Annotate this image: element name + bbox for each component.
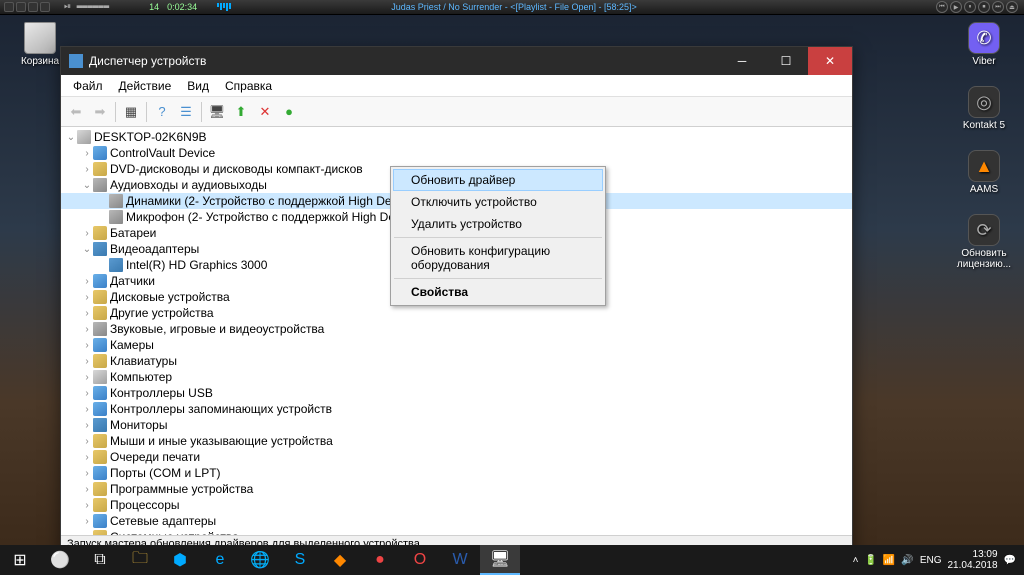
toolbar: ⬅ ➡ ▦ ? ☰ 🖥 ⬆ ✕ ● <box>61 97 852 127</box>
word-icon[interactable]: W <box>440 545 480 575</box>
chrome-icon[interactable]: 🌐 <box>240 545 280 575</box>
explorer-icon[interactable]: 🗀 <box>120 545 160 575</box>
menu-help[interactable]: Справка <box>217 77 280 95</box>
update-driver-button[interactable]: ⬆ <box>230 101 252 123</box>
taskbar: ⊞ ⚪ ⧉ 🗀 ⬢ e 🌐 S ◆ ● O W 🖥 ˄ 🔋 📶 🔊 ENG 13… <box>0 545 1024 575</box>
tree-node[interactable]: ›ControlVault Device <box>61 145 852 161</box>
uninstall-button[interactable]: ✕ <box>254 101 276 123</box>
window-title: Диспетчер устройств <box>89 54 206 68</box>
titlebar[interactable]: Диспетчер устройств ─ ☐ ✕ <box>61 47 852 75</box>
show-all-button[interactable]: ▦ <box>120 101 142 123</box>
aams-icon[interactable]: ▲AAMS <box>952 150 1016 195</box>
tree-node[interactable]: ›Клавиатуры <box>61 353 852 369</box>
track-number: 14 <box>149 2 159 12</box>
tree-node[interactable]: ›Контроллеры USB <box>61 385 852 401</box>
ctx-disable[interactable]: Отключить устройство <box>393 191 603 213</box>
device-manager-taskbar[interactable]: 🖥 <box>480 545 520 575</box>
tree-node[interactable]: ›Другие устройства <box>61 305 852 321</box>
language-indicator[interactable]: ENG <box>920 555 942 566</box>
context-menu: Обновить драйвер Отключить устройство Уд… <box>390 166 606 306</box>
tree-node[interactable]: ›Мыши и иные указывающие устройства <box>61 433 852 449</box>
app1-icon[interactable]: ◆ <box>320 545 360 575</box>
forward-button[interactable]: ➡ <box>89 101 111 123</box>
menu-file[interactable]: Файл <box>65 77 111 95</box>
store-icon[interactable]: ⬢ <box>160 545 200 575</box>
tray-battery-icon[interactable]: 🔋 <box>864 555 876 566</box>
tree-node[interactable]: ›Сетевые адаптеры <box>61 513 852 529</box>
skype-icon[interactable]: S <box>280 545 320 575</box>
tray-volume-icon[interactable]: 🔊 <box>901 555 913 566</box>
pause-icon[interactable]: ⏸ <box>964 1 976 13</box>
tree-node[interactable]: ›Очереди печати <box>61 449 852 465</box>
tree-node[interactable]: ›Мониторы <box>61 417 852 433</box>
now-playing: Judas Priest / No Surrender - <[Playlist… <box>391 2 637 12</box>
stop-icon[interactable]: ⏹ <box>978 1 990 13</box>
tray-up-icon[interactable]: ˄ <box>853 555 859 566</box>
kontakt-icon[interactable]: ◎Kontakt 5 <box>952 86 1016 131</box>
clock[interactable]: 13:09 21.04.2018 <box>947 549 997 571</box>
help-button[interactable]: ? <box>151 101 173 123</box>
ctx-refresh[interactable]: Обновить конфигурацию оборудования <box>393 240 603 276</box>
viber-icon[interactable]: ✆Viber <box>952 22 1016 67</box>
menu-view[interactable]: Вид <box>179 77 217 95</box>
menubar: Файл Действие Вид Справка <box>61 75 852 97</box>
tray-wifi-icon[interactable]: 📶 <box>883 555 895 566</box>
update-license-icon[interactable]: ⟳Обновить лицензию... <box>952 214 1016 270</box>
ctx-update-driver[interactable]: Обновить драйвер <box>393 169 603 191</box>
next-icon[interactable]: ⏭ <box>992 1 1004 13</box>
eject-icon[interactable]: ⏏ <box>1006 1 1018 13</box>
tree-node[interactable]: ›Контроллеры запоминающих устройств <box>61 401 852 417</box>
notifications-icon[interactable]: 💬 <box>1004 555 1016 566</box>
app2-icon[interactable]: ● <box>360 545 400 575</box>
tree-node[interactable]: ›Звуковые, игровые и видеоустройства <box>61 321 852 337</box>
tree-root[interactable]: ⌄DESKTOP-02K6N9B <box>61 129 852 145</box>
start-button[interactable]: ⊞ <box>0 545 40 575</box>
edge-icon[interactable]: e <box>200 545 240 575</box>
close-button[interactable]: ✕ <box>808 47 852 75</box>
track-time: 0:02:34 <box>167 2 197 12</box>
task-view-button[interactable]: ⧉ <box>80 545 120 575</box>
enable-button[interactable]: ● <box>278 101 300 123</box>
systray[interactable]: ˄ 🔋 📶 🔊 ENG 13:09 21.04.2018 💬 <box>853 549 1024 571</box>
tree-node[interactable]: ›Порты (COM и LPT) <box>61 465 852 481</box>
scan-button[interactable]: 🖥 <box>206 101 228 123</box>
prev-icon[interactable]: ⏮ <box>936 1 948 13</box>
winamp-player[interactable]: ⏯ ▬▬▬▬▬▬ 14 0:02:34 Judas Priest / No Su… <box>0 0 1024 15</box>
opera-icon[interactable]: O <box>400 545 440 575</box>
minimize-button[interactable]: ─ <box>720 47 764 75</box>
play-icon[interactable]: ▶ <box>950 1 962 13</box>
ctx-properties[interactable]: Свойства <box>393 281 603 303</box>
back-button[interactable]: ⬅ <box>65 101 87 123</box>
app-icon <box>69 54 83 68</box>
maximize-button[interactable]: ☐ <box>764 47 808 75</box>
tree-node[interactable]: ›Программные устройства <box>61 481 852 497</box>
tree-node[interactable]: ›Процессоры <box>61 497 852 513</box>
search-button[interactable]: ⚪ <box>40 545 80 575</box>
properties-button[interactable]: ☰ <box>175 101 197 123</box>
menu-action[interactable]: Действие <box>111 77 180 95</box>
ctx-remove[interactable]: Удалить устройство <box>393 213 603 235</box>
tree-node[interactable]: ›Камеры <box>61 337 852 353</box>
tree-node[interactable]: ›Компьютер <box>61 369 852 385</box>
